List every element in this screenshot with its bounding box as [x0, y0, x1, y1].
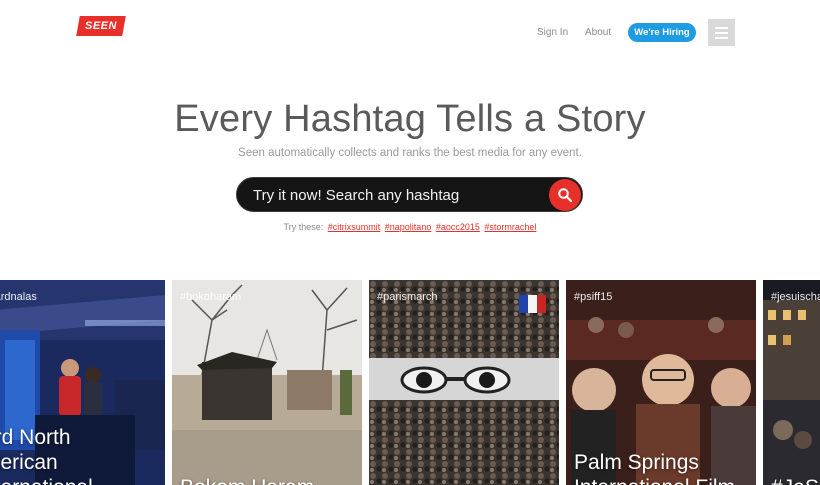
menu-icon-bar	[715, 36, 728, 39]
hero-subtitle: Seen automatically collects and ranks th…	[238, 147, 582, 159]
search-icon	[558, 188, 573, 203]
suggested-hashtag-link[interactable]: #citrixsummit	[328, 222, 381, 232]
hamburger-menu-button[interactable]	[708, 19, 735, 46]
event-hashtag: #parismarch	[377, 291, 438, 303]
suggested-hashtag-link[interactable]: #napolitano	[385, 222, 432, 232]
event-hashtag: #cardnalas	[0, 291, 37, 303]
event-card-image	[172, 280, 362, 485]
menu-icon-bar	[715, 31, 728, 34]
event-hashtag: #jesuischarlie	[771, 291, 820, 303]
event-card[interactable]: #cardnalas ord North merican nternationa…	[0, 280, 165, 485]
logo-text: SEEN	[85, 20, 117, 32]
hero-title: Every Hashtag Tells a Story	[174, 98, 646, 140]
event-title: ord North merican nternational	[0, 426, 93, 485]
page: SEEN Sign In About We're Hiring Every Ha…	[0, 0, 820, 485]
event-card[interactable]: #bokoharam Bokom Haram	[172, 280, 362, 485]
event-card[interactable]: #parismarch	[369, 280, 559, 485]
sign-in-link[interactable]: Sign In	[537, 27, 568, 38]
about-link[interactable]: About	[585, 27, 611, 38]
suggested-hashtag-link[interactable]: #aocc2015	[436, 222, 480, 232]
event-title: Bokom Haram	[180, 475, 362, 485]
suggested-hashtags: Try these: #citrixsummit #napolitano #ao…	[0, 222, 820, 232]
event-card[interactable]: #jesuischarlie #JeS	[763, 280, 820, 485]
menu-icon-bar	[715, 26, 728, 29]
event-title: #JeS	[771, 475, 820, 485]
event-hashtag: #psiff15	[574, 291, 613, 303]
event-title: Palm Springs International Film	[574, 451, 735, 485]
search-input[interactable]	[253, 184, 533, 206]
seen-logo[interactable]: SEEN	[76, 16, 126, 36]
event-card-image	[763, 280, 820, 485]
event-card[interactable]: #psiff15 Palm Springs International Film	[566, 280, 756, 485]
event-card-image	[369, 280, 559, 485]
event-hashtag: #bokoharam	[180, 291, 242, 303]
search-button[interactable]	[549, 179, 581, 211]
hiring-button[interactable]: We're Hiring	[628, 23, 696, 42]
suggestions-label: Try these:	[283, 222, 324, 232]
search-bar	[236, 177, 583, 212]
suggested-hashtag-link[interactable]: #stormrachel	[484, 222, 536, 232]
